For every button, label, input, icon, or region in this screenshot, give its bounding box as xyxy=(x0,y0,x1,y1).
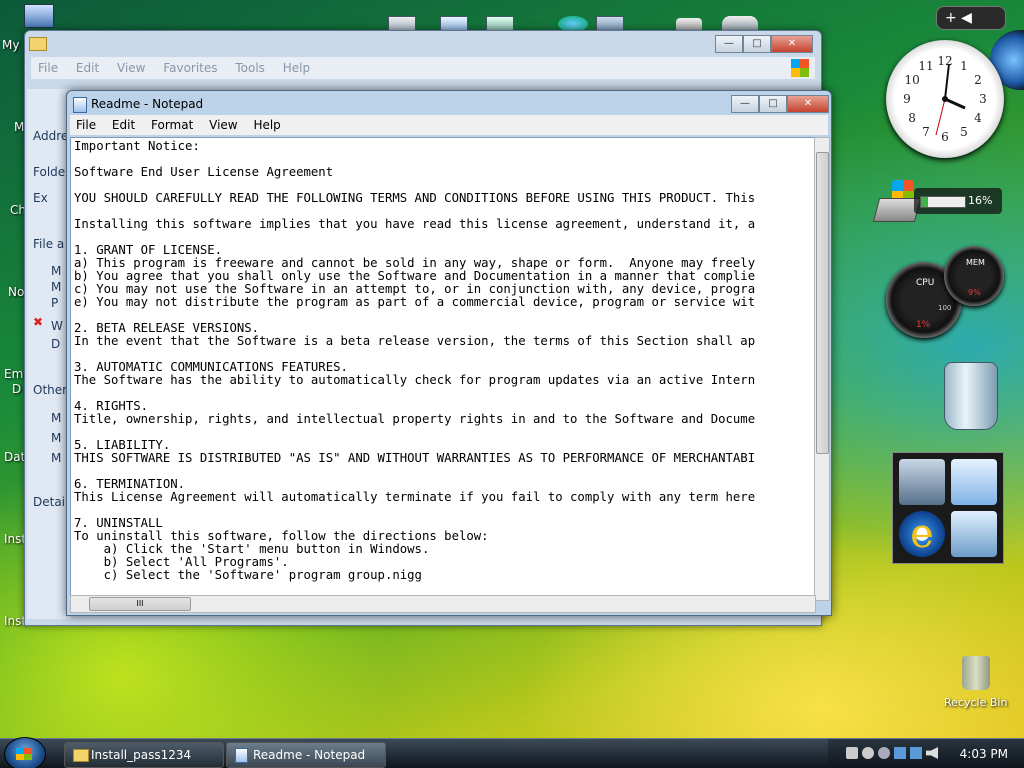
cpu-max-label: 100 xyxy=(938,304,952,312)
start-button[interactable] xyxy=(4,737,46,768)
scroll-thumb-grip[interactable]: III xyxy=(89,597,191,611)
internet-explorer-icon[interactable]: e xyxy=(899,511,945,557)
close-icon[interactable]: ✕ xyxy=(771,35,813,53)
sidebar-top-controls[interactable]: + ◀ xyxy=(936,6,1006,30)
task-label: Install_pass1234 xyxy=(91,748,192,762)
menu-file[interactable]: File xyxy=(70,115,102,135)
scroll-thumb[interactable] xyxy=(816,152,829,454)
desktop-label-m[interactable]: M xyxy=(14,120,24,134)
minimize-icon[interactable]: — xyxy=(715,35,743,53)
clock-gadget: 12 1 2 3 4 5 6 7 8 9 10 11 xyxy=(886,40,1004,158)
explorer-window-controls: — □ ✕ xyxy=(715,35,813,53)
text-editor[interactable]: Important Notice: Software End User Lice… xyxy=(70,137,816,601)
notepad-menubar: File Edit Format View Help xyxy=(70,115,828,135)
system-tray: 4:03 PM xyxy=(828,739,1024,768)
menu-tools[interactable]: Tools xyxy=(228,57,272,79)
task-install[interactable]: Install_pass1234 xyxy=(64,742,224,768)
clock-number: 8 xyxy=(908,111,916,125)
menu-edit[interactable]: Edit xyxy=(69,57,106,79)
close-icon[interactable]: ✕ xyxy=(787,95,829,113)
computer-icon[interactable] xyxy=(951,511,997,557)
clock-number: 1 xyxy=(960,59,968,73)
drive-gadget: 16% xyxy=(872,178,1006,226)
menu-format[interactable]: Format xyxy=(145,115,199,135)
clock-number: 11 xyxy=(918,59,933,73)
paint-icon[interactable] xyxy=(899,459,945,505)
task-label: Readme - Notepad xyxy=(253,748,366,762)
clock-number: 5 xyxy=(960,125,968,139)
desktop-label-no[interactable]: No xyxy=(8,285,24,299)
minimize-icon[interactable]: — xyxy=(731,95,759,113)
menu-edit[interactable]: Edit xyxy=(106,115,141,135)
folder-icon xyxy=(29,37,47,51)
desktop-label-inst[interactable]: Inst xyxy=(4,532,26,546)
gear-icon[interactable] xyxy=(878,747,890,759)
notepad-window: Readme - Notepad — □ ✕ File Edit Format … xyxy=(66,90,832,616)
delete-icon[interactable]: ✖ xyxy=(33,315,45,329)
drive-usage-panel: 16% xyxy=(914,188,1002,214)
cpu-label: CPU xyxy=(916,278,935,288)
menu-file[interactable]: File xyxy=(31,57,65,79)
clock-number: 12 xyxy=(937,54,952,68)
windows-logo-icon xyxy=(791,59,809,77)
recycle-bin-icon[interactable] xyxy=(962,656,990,690)
mem-label: MEM xyxy=(966,258,985,267)
drive-usage-fill xyxy=(921,197,929,207)
recycle-bin-gadget-icon[interactable] xyxy=(944,362,998,430)
camera-icon[interactable] xyxy=(846,747,858,759)
maximize-icon[interactable]: □ xyxy=(759,95,787,113)
menu-view[interactable]: View xyxy=(203,115,243,135)
menu-help[interactable]: Help xyxy=(247,115,286,135)
document-text[interactable]: Important Notice: Software End User Lice… xyxy=(71,138,815,582)
drive-usage-percent: 16% xyxy=(968,194,993,207)
cpu-value: 1% xyxy=(916,320,931,330)
notepad-icon xyxy=(235,748,248,763)
folder-icon xyxy=(73,749,89,762)
volume-icon[interactable] xyxy=(926,747,938,759)
clock-number: 9 xyxy=(903,92,911,106)
horizontal-scrollbar[interactable]: III xyxy=(70,595,816,613)
clock-number: 4 xyxy=(974,111,982,125)
notepad-icon xyxy=(73,97,87,113)
task-notepad[interactable]: Readme - Notepad xyxy=(226,742,386,768)
drive-usage-bar xyxy=(920,196,966,208)
desktop-label-my[interactable]: My xyxy=(2,38,19,52)
window-title: Readme - Notepad xyxy=(91,97,204,111)
vertical-scrollbar[interactable] xyxy=(814,137,830,601)
windows-logo-icon xyxy=(16,748,32,760)
notepad-window-controls: — □ ✕ xyxy=(731,95,829,113)
explorer-side-panel: Address Folde Ex File a M M P W D Other … xyxy=(27,89,73,619)
recycle-bin-label[interactable]: Recycle Bin xyxy=(944,696,1007,709)
maximize-icon[interactable]: □ xyxy=(743,35,771,53)
mem-value: 9% xyxy=(968,288,981,297)
desktop-label-em[interactable]: Em xyxy=(4,367,23,381)
clock-number: 3 xyxy=(979,92,987,106)
desktop-label-d[interactable]: D xyxy=(12,382,21,396)
launcher-gadget: e xyxy=(892,452,1004,564)
network-icon[interactable] xyxy=(894,747,906,759)
desktop-label-dat[interactable]: Dat xyxy=(4,450,25,464)
notepad-icon[interactable] xyxy=(951,459,997,505)
clock-number: 10 xyxy=(904,73,919,87)
settings-icon[interactable] xyxy=(862,747,874,759)
display-icon[interactable] xyxy=(910,747,922,759)
menu-view[interactable]: View xyxy=(110,57,152,79)
taskbar: Install_pass1234 Readme - Notepad 4:03 P… xyxy=(0,737,1024,768)
desktop-label-inst-2[interactable]: Inst xyxy=(4,614,26,628)
clock-number: 2 xyxy=(974,73,982,87)
menu-help[interactable]: Help xyxy=(276,57,317,79)
clock-number: 7 xyxy=(922,125,930,139)
clock[interactable]: 4:03 PM xyxy=(960,747,1008,761)
memory-meter-gadget: MEM 9% xyxy=(944,246,1004,306)
clock-face-icon: 12 12 3 45678 9 1011 xyxy=(903,54,987,144)
explorer-menubar: File Edit View Favorites Tools Help xyxy=(31,57,815,79)
clock-number: 6 xyxy=(941,130,949,144)
computer-icon[interactable] xyxy=(24,4,54,28)
menu-favorites[interactable]: Favorites xyxy=(156,57,224,79)
